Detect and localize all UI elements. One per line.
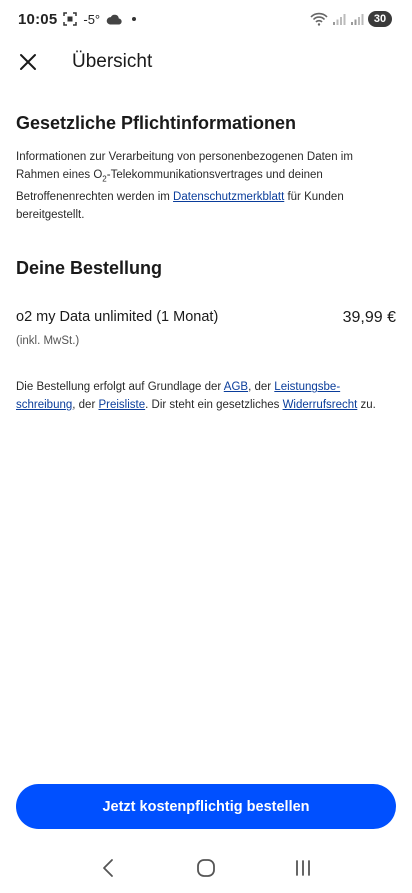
wifi-icon [310, 12, 328, 26]
cloud-icon [106, 14, 122, 25]
service-description-link-line-1: Leistungsbe- [274, 381, 341, 394]
status-temperature: -5° [83, 11, 101, 27]
status-right: 30 [310, 11, 392, 27]
back-icon [102, 859, 113, 877]
main-content: Gesetzliche Pflichtinformationen Informa… [16, 86, 396, 414]
screenshot-icon [63, 12, 78, 26]
close-button[interactable] [0, 38, 56, 86]
order-row: o2 my Data unlimited (1 Monat) 39,99 € [16, 309, 396, 327]
terms-text-part-1: Die Bestellung erfolgt auf Grundlage der [16, 381, 224, 394]
close-icon [20, 54, 36, 70]
home-button[interactable] [186, 848, 226, 888]
order-heading: Deine Bestellung [16, 258, 163, 279]
withdrawal-right-link[interactable]: Widerrufsrecht [283, 399, 358, 411]
agb-link[interactable]: AGB [224, 381, 248, 393]
terms-text-part-4: . Dir steht ein gesetzliches [145, 399, 283, 412]
notification-dot-icon [132, 17, 137, 21]
page-title: Übersicht [72, 51, 153, 72]
app-bar: Übersicht [0, 38, 412, 86]
battery-icon: 30 [368, 11, 392, 27]
terms-text-part-3: , der [72, 399, 99, 412]
system-nav-bar [0, 848, 412, 888]
home-icon [197, 859, 215, 877]
terms-text: Die Bestellung erfolgt auf Grundlage der… [16, 378, 396, 414]
vat-note: (inkl. MwSt.) [16, 335, 80, 348]
signal-icon [332, 13, 346, 26]
product-name: o2 my Data unlimited (1 Monat) [16, 309, 219, 326]
legal-text: Informationen zur Verarbeitung von perso… [16, 148, 396, 224]
terms-text-part-5: zu. [357, 399, 376, 412]
signal-icon-2 [350, 13, 364, 26]
back-button[interactable] [89, 848, 129, 888]
order-button[interactable]: Jetzt kostenpflichtig bestellen [16, 784, 396, 829]
status-bar: 10:05 -5° 30 [0, 0, 412, 38]
product-price: 39,99 € [342, 309, 396, 327]
privacy-link[interactable]: Datenschutzmerkblatt [173, 191, 284, 203]
terms-text-part-2: , der [248, 381, 275, 394]
price-list-link[interactable]: Preisliste [98, 399, 145, 411]
status-time: 10:05 [18, 10, 58, 28]
recents-button[interactable] [283, 848, 323, 888]
recents-icon [296, 860, 311, 876]
legal-heading: Gesetzliche Pflichtinformationen [16, 113, 297, 133]
service-description-link-line-2: schreibung [16, 399, 73, 412]
status-left: 10:05 -5° [18, 10, 137, 28]
